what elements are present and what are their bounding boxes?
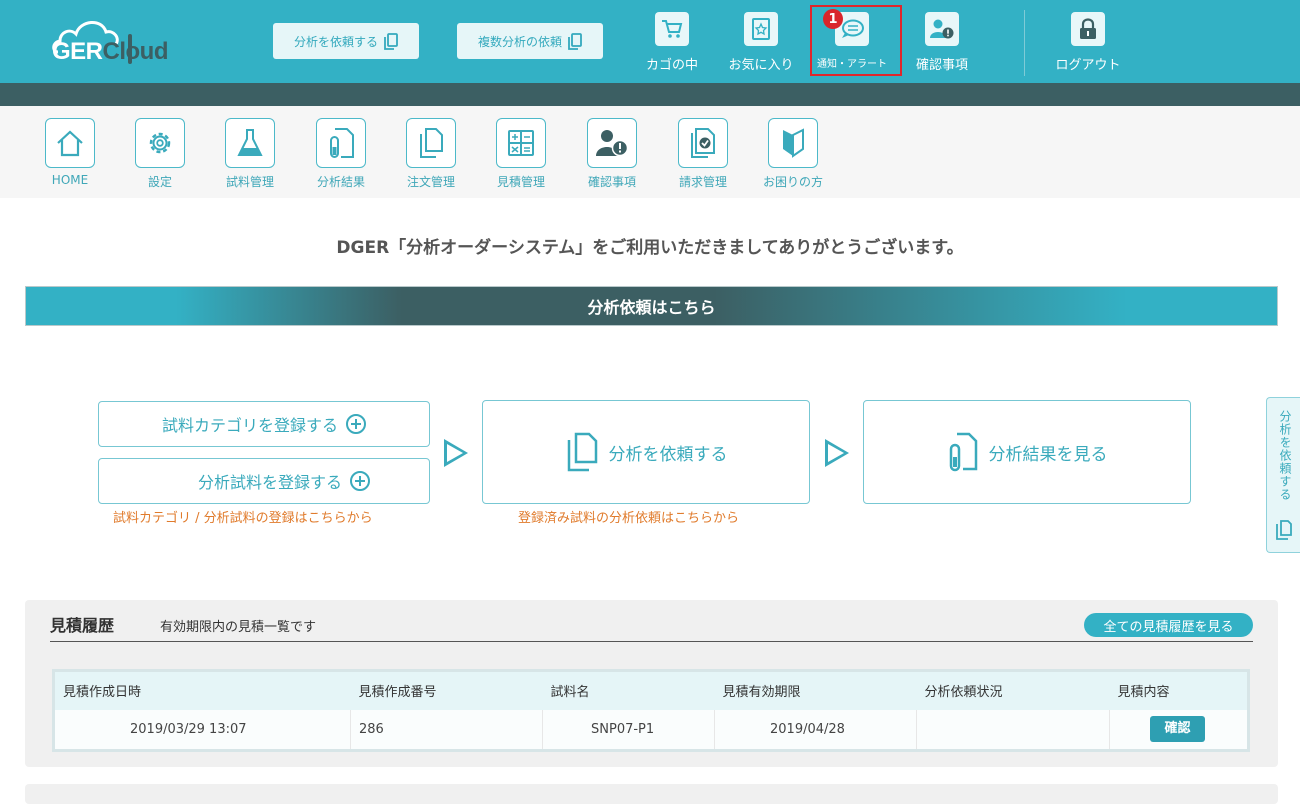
col-action: 見積内容 [1109, 670, 1249, 710]
request-analysis-label: 分析を依頼する [293, 34, 378, 49]
documents-icon [420, 128, 443, 158]
home-icon [57, 130, 83, 157]
view-all-estimates-button[interactable]: 全ての見積履歴を見る [1084, 613, 1253, 637]
request-analysis-button[interactable]: 分析を依頼する [273, 23, 419, 59]
register-category-button[interactable]: 試料カテゴリを登録する [98, 401, 430, 447]
cart-button[interactable]: カゴの中 [632, 12, 712, 76]
table-row: 2019/03/29 13:07 286 SNP07-P1 2019/04/28… [53, 709, 1249, 751]
notification-badge: 1 [823, 9, 843, 29]
flask-icon [237, 129, 263, 156]
col-created: 見積作成日時 [53, 670, 351, 710]
register-note: 試料カテゴリ / 分析試料の登録はこちらから [113, 511, 373, 526]
side-request-tab-label: 分析を依頼する [1278, 410, 1292, 501]
documents-icon [384, 32, 398, 50]
request-analysis-flow-button[interactable]: 分析を依頼する [482, 400, 810, 504]
table-header-row: 見積作成日時 見積作成番号 試料名 見積有効期限 分析依頼状況 見積内容 [53, 670, 1249, 710]
welcome-message: DGER「分析オーダーシステム」をご利用いただきましてありがとうございます。 [336, 238, 964, 258]
user-alert-icon [596, 130, 628, 157]
check-doc-icon [691, 128, 715, 158]
nav-order-management[interactable]: 注文管理 [396, 118, 466, 190]
logo[interactable]: GERCloud [50, 14, 190, 70]
nav-settings[interactable]: 設定 [125, 118, 195, 190]
nav-billing-management-label: 請求管理 [678, 175, 727, 189]
estimate-history-subtitle: 有効期限内の見積一覧です [160, 620, 317, 635]
col-number: 見積作成番号 [350, 670, 543, 710]
col-status: 分析依頼状況 [916, 670, 1110, 710]
test-tube-doc-icon [949, 432, 977, 472]
documents-icon [1276, 520, 1292, 540]
cell-created: 2019/03/29 13:07 [53, 709, 351, 751]
panel-divider [50, 641, 1253, 642]
beginner-icon [783, 128, 804, 158]
cell-expires: 2019/04/28 [714, 709, 917, 751]
logout-label: ログアウト [1055, 58, 1121, 73]
register-sample-label: 分析試料を登録する [197, 473, 342, 492]
cell-number: 286 [350, 709, 543, 751]
nav-analysis-results-label: 分析結果 [316, 175, 365, 189]
calculator-icon [508, 130, 534, 156]
cell-action: 確認 [1109, 709, 1249, 751]
nav-order-management-label: 注文管理 [406, 175, 455, 189]
estimate-history-panel: 見積履歴 有効期限内の見積一覧です 全ての見積履歴を見る 見積作成日時 見積作成… [25, 600, 1278, 767]
estimate-table: 見積作成日時 見積作成番号 試料名 見積有効期限 分析依頼状況 見積内容 201… [52, 669, 1250, 752]
side-request-tab[interactable]: 分析を依頼する [1266, 397, 1300, 553]
nav-analysis-results[interactable]: 分析結果 [306, 118, 376, 190]
logout-button[interactable]: ログアウト [1048, 12, 1128, 76]
cart-icon [662, 20, 683, 38]
request-note: 登録済み試料の分析依頼はこちらから [518, 511, 740, 526]
next-panel [25, 784, 1278, 804]
flow-arrow-icon [825, 439, 849, 467]
nav-confirm-items-label: 確認事項 [587, 175, 636, 189]
favorites-button[interactable]: お気に入り [721, 12, 801, 76]
nav-estimate-management-label: 見積管理 [496, 175, 545, 189]
test-tube-doc-icon [330, 128, 354, 158]
favorites-label: お気に入り [728, 58, 794, 73]
nav-sample-management-label: 試料管理 [225, 175, 274, 189]
nav-home-label: HOME [51, 173, 89, 187]
plus-circle-icon [346, 414, 366, 434]
nav-home[interactable]: HOME [35, 118, 105, 187]
nav-help[interactable]: お困りの方 [758, 118, 828, 190]
confirm-items-button[interactable]: 確認事項 [902, 12, 982, 76]
gear-icon [149, 132, 171, 154]
nav-billing-management[interactable]: 請求管理 [668, 118, 738, 190]
logo-text: GERCloud [52, 38, 169, 65]
nav-confirm-items[interactable]: 確認事項 [577, 118, 647, 190]
nav-help-label: お困りの方 [762, 175, 823, 189]
flow-arrow-icon [444, 439, 468, 467]
nav-settings-label: 設定 [147, 175, 172, 189]
register-category-label: 試料カテゴリを登録する [161, 416, 338, 435]
request-multi-label: 複数分析の依頼 [477, 34, 562, 49]
cell-status [916, 709, 1110, 751]
view-results-label: 分析結果を見る [988, 444, 1108, 465]
analysis-request-banner: 分析依頼はこちら [25, 286, 1278, 326]
documents-icon [568, 32, 582, 50]
request-multi-analysis-button[interactable]: 複数分析の依頼 [457, 23, 603, 59]
user-alert-icon [930, 19, 954, 39]
col-sample: 試料名 [542, 670, 715, 710]
star-book-icon [752, 18, 770, 40]
header-accent-bar [0, 83, 1300, 106]
estimate-history-title: 見積履歴 [50, 616, 115, 635]
nav-estimate-management[interactable]: 見積管理 [486, 118, 556, 190]
register-sample-button[interactable]: 分析試料を登録する [98, 458, 430, 504]
top-header: GERCloud 分析を依頼する 複数分析の依頼 カゴの中 お気に入り 通知・ア… [0, 0, 1300, 83]
cart-label: カゴの中 [645, 58, 698, 73]
confirm-estimate-button[interactable]: 確認 [1150, 716, 1205, 743]
confirm-items-label: 確認事項 [915, 58, 968, 73]
cell-sample: SNP07-P1 [542, 709, 715, 751]
plus-circle-icon [350, 471, 370, 491]
col-expires: 見積有効期限 [714, 670, 917, 710]
main-nav: HOME 設定 試料管理 分析結果 注文管理 見積管理 確認事項 請求管理 お困… [0, 106, 1300, 198]
analysis-request-banner-title: 分析依頼はこちら [587, 298, 716, 317]
request-analysis-flow-label: 分析を依頼する [608, 444, 728, 465]
header-divider [1024, 10, 1025, 76]
view-results-button[interactable]: 分析結果を見る [863, 400, 1191, 504]
documents-icon [567, 432, 597, 472]
lock-icon [1080, 18, 1096, 39]
nav-sample-management[interactable]: 試料管理 [215, 118, 285, 190]
